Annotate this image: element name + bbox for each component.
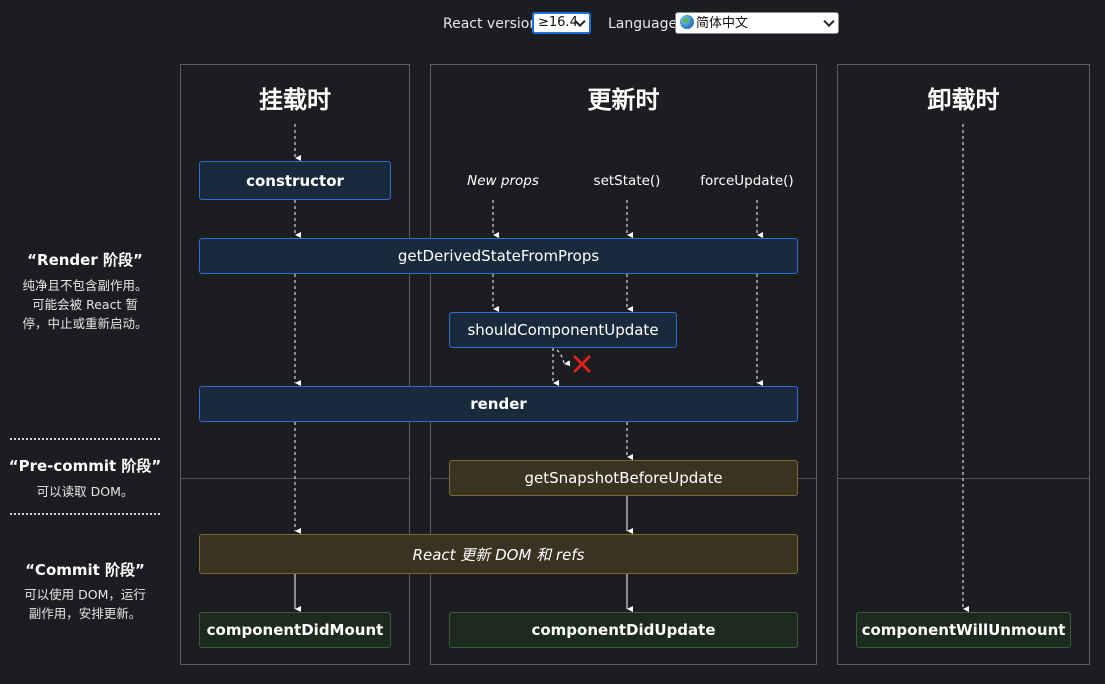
react-updates-dom-box: React 更新 DOM 和 refs <box>199 534 798 574</box>
constructor-box[interactable]: constructor <box>199 161 391 200</box>
cancel-x-icon <box>573 355 591 373</box>
component-will-unmount-box[interactable]: componentWillUnmount <box>856 612 1071 648</box>
get-snapshot-box[interactable]: getSnapshotBeforeUpdate <box>449 460 798 496</box>
component-did-update-box[interactable]: componentDidUpdate <box>449 612 798 648</box>
render-box[interactable]: render <box>199 386 798 422</box>
get-derived-state-box[interactable]: getDerivedStateFromProps <box>199 238 798 274</box>
component-did-mount-box[interactable]: componentDidMount <box>199 612 391 648</box>
trigger-new-props: New props <box>467 173 539 189</box>
arrow <box>556 349 564 364</box>
should-component-update-box[interactable]: shouldComponentUpdate <box>449 312 677 348</box>
trigger-set-state: setState() <box>593 173 661 189</box>
trigger-force-update: forceUpdate() <box>700 173 794 189</box>
